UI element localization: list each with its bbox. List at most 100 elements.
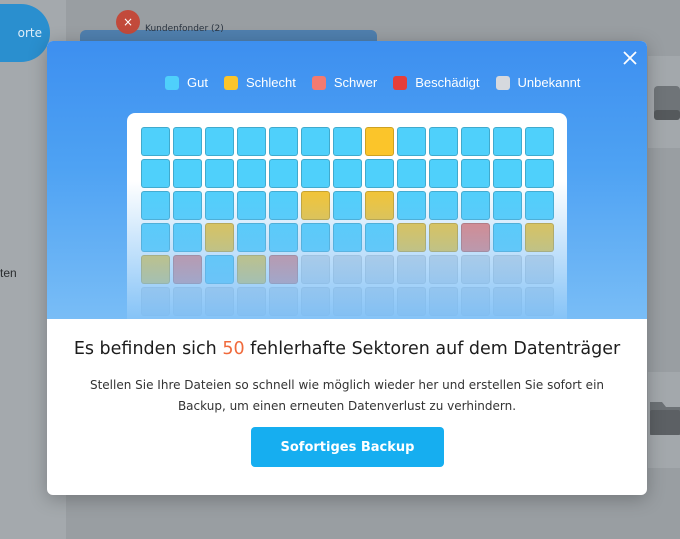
sector-cell	[173, 127, 202, 156]
sector-cell	[205, 191, 234, 220]
sector-cell	[525, 191, 554, 220]
dialog-header-area: Gut Schlecht Schwer Beschädigt Unbekannt	[47, 41, 647, 319]
sector-cell	[173, 223, 202, 252]
sector-cell	[205, 255, 234, 284]
legend-item-good: Gut	[165, 75, 208, 90]
sector-cell	[301, 159, 330, 188]
sector-cell	[493, 159, 522, 188]
legend-item-damaged: Beschädigt	[393, 75, 480, 90]
sector-cell	[237, 223, 266, 252]
sector-cell	[141, 287, 170, 316]
legend-item-unknown: Unbekannt	[495, 75, 581, 90]
sector-cell	[461, 223, 490, 252]
sector-cell	[397, 287, 426, 316]
sector-cell	[269, 223, 298, 252]
sector-cell	[365, 191, 394, 220]
sector-cell	[493, 127, 522, 156]
close-icon[interactable]	[619, 47, 641, 69]
sector-cell	[333, 127, 362, 156]
sector-cell	[237, 127, 266, 156]
sector-cell	[205, 287, 234, 316]
sector-cell	[397, 255, 426, 284]
sector-cell	[429, 191, 458, 220]
sector-cell	[333, 191, 362, 220]
legend-item-severe: Schwer	[311, 75, 378, 90]
headline-prefix: Es befinden sich	[73, 339, 223, 359]
sector-cell	[205, 223, 234, 252]
background-alert-icon: ×	[116, 10, 140, 34]
sector-cell	[173, 255, 202, 284]
sector-cell	[237, 159, 266, 188]
bad-sector-count: 50	[222, 339, 245, 359]
sector-legend: Gut Schlecht Schwer Beschädigt Unbekannt	[165, 75, 580, 90]
sector-cell	[301, 191, 330, 220]
sector-cell	[205, 159, 234, 188]
background-sidebar-text: ten	[0, 266, 17, 280]
sector-cell	[365, 159, 394, 188]
sector-cell	[461, 255, 490, 284]
sector-cell	[333, 287, 362, 316]
dialog-headline: Es befinden sich 50 fehlerhafte Sektoren…	[47, 339, 647, 359]
sector-cell	[173, 159, 202, 188]
sector-cell	[141, 127, 170, 156]
sector-cell	[525, 159, 554, 188]
background-top-text: Kundenfonder (2)	[145, 24, 224, 34]
sector-cell	[301, 127, 330, 156]
bad-sector-dialog: Gut Schlecht Schwer Beschädigt Unbekannt Es …	[47, 41, 647, 495]
sector-cell	[493, 287, 522, 316]
sector-cell	[301, 255, 330, 284]
sector-cell	[269, 159, 298, 188]
sector-cell	[429, 255, 458, 284]
sector-cell	[365, 255, 394, 284]
legend-label-good: Gut	[187, 75, 208, 90]
sector-cell	[333, 159, 362, 188]
sector-cell	[173, 191, 202, 220]
legend-item-bad: Schlecht	[223, 75, 296, 90]
sector-cell	[301, 287, 330, 316]
legend-label-damaged: Beschädigt	[415, 75, 480, 90]
sector-cell	[269, 287, 298, 316]
sector-cell	[461, 287, 490, 316]
sector-cell	[397, 223, 426, 252]
legend-label-severe: Schwer	[333, 75, 378, 90]
sector-cell	[173, 287, 202, 316]
sector-cell	[525, 287, 554, 316]
legend-label-unknown: Unbekannt	[517, 75, 581, 90]
sector-cell	[141, 159, 170, 188]
hard-disk-icon	[654, 86, 680, 120]
sector-cell	[205, 127, 234, 156]
backup-now-button[interactable]: Sofortiges Backup	[251, 427, 444, 467]
sector-cell	[269, 127, 298, 156]
legend-label-bad: Schlecht	[245, 75, 296, 90]
sector-cell	[141, 191, 170, 220]
sector-cell	[141, 223, 170, 252]
sector-cell	[333, 223, 362, 252]
sector-cell	[493, 191, 522, 220]
sector-cell	[493, 255, 522, 284]
legend-swatch-damaged	[393, 75, 408, 90]
sector-cell	[269, 255, 298, 284]
sector-cell	[365, 287, 394, 316]
sector-cell	[429, 159, 458, 188]
legend-swatch-good	[165, 75, 179, 90]
sector-cell	[461, 191, 490, 220]
sector-cell	[141, 255, 170, 284]
sector-cell	[237, 287, 266, 316]
sector-cell	[525, 255, 554, 284]
legend-swatch-unknown	[495, 75, 510, 90]
sector-cell	[237, 255, 266, 284]
sector-cell	[429, 223, 458, 252]
legend-swatch-bad	[223, 75, 238, 90]
sector-map	[127, 113, 567, 319]
sector-cell	[365, 223, 394, 252]
sector-cell	[269, 191, 298, 220]
sector-cell	[429, 127, 458, 156]
dialog-description: Stellen Sie Ihre Dateien so schnell wie …	[89, 378, 605, 413]
legend-swatch-severe	[311, 75, 326, 90]
sector-cell	[429, 287, 458, 316]
sector-cell	[301, 223, 330, 252]
sector-cell	[397, 127, 426, 156]
sector-cell	[365, 127, 394, 156]
sector-cell	[237, 191, 266, 220]
sector-cell	[493, 223, 522, 252]
